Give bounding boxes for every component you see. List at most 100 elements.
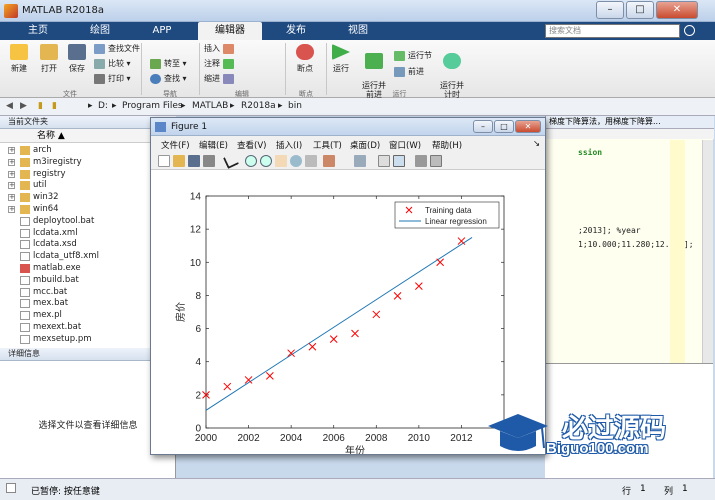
expand-icon[interactable]: + bbox=[8, 158, 15, 166]
path-separator: ▸ bbox=[278, 101, 283, 111]
editor-panel[interactable]: 梯度下降算法，用梯度下降算... ssion ;2013]; %year 1;1… bbox=[545, 116, 714, 363]
rotate-3d-icon[interactable] bbox=[290, 155, 302, 167]
menu-desktop[interactable]: 桌面(D) bbox=[350, 139, 380, 151]
save-button[interactable]: 保存 bbox=[62, 44, 92, 74]
col-value: 1 bbox=[682, 484, 688, 494]
folder-icon bbox=[20, 193, 30, 203]
menu-dock-arrow-icon[interactable]: ↘ bbox=[533, 139, 540, 149]
printer-icon bbox=[94, 73, 105, 84]
x-tick-label: 2012 bbox=[450, 433, 473, 444]
link-plot-icon[interactable] bbox=[354, 155, 366, 167]
back-arrow-icon[interactable]: ◀ bbox=[6, 101, 13, 111]
colorbar-icon[interactable] bbox=[378, 155, 390, 167]
save-figure-icon[interactable] bbox=[188, 155, 200, 167]
editor-gutter bbox=[670, 140, 685, 363]
search-docs-input[interactable]: 搜索文档 bbox=[545, 24, 680, 38]
indent-button[interactable]: 缩进 bbox=[204, 72, 237, 85]
menu-tools[interactable]: 工具(T) bbox=[313, 139, 342, 151]
editor-ribbon: 新建 打开 保存 查找文件 比较 ▾ 打印 ▾ 文件 转至 ▾ 查找 ▾ 导航 … bbox=[0, 40, 715, 99]
address-bar[interactable]: ◀ ▶ ▮ ▮ ▸ D: ▸ Program Files ▸ MATLAB ▸ … bbox=[0, 98, 715, 116]
file-name: mcc.bat bbox=[33, 286, 68, 297]
menu-insert[interactable]: 插入(I) bbox=[276, 139, 302, 151]
zoom-in-icon[interactable] bbox=[245, 155, 257, 167]
compare-button[interactable]: 比较 ▾ bbox=[94, 57, 131, 70]
print-button[interactable]: 打印 ▾ bbox=[94, 72, 131, 85]
file-name: mbuild.bat bbox=[33, 274, 79, 285]
expand-icon[interactable]: + bbox=[8, 182, 15, 190]
menu-file[interactable]: 文件(F) bbox=[161, 139, 190, 151]
tab-view[interactable]: 视图 bbox=[328, 22, 388, 40]
y-tick-label: 4 bbox=[195, 357, 201, 368]
goto-button[interactable]: 转至 ▾ bbox=[150, 57, 187, 70]
find-button[interactable]: 查找 ▾ bbox=[150, 72, 187, 85]
pointer-icon[interactable] bbox=[223, 153, 239, 169]
search-icon[interactable] bbox=[684, 25, 695, 36]
browse-folder-icon[interactable]: ▮ bbox=[52, 101, 57, 111]
comment-button[interactable]: 注释 bbox=[204, 57, 237, 70]
menu-edit[interactable]: 编辑(E) bbox=[199, 139, 228, 151]
x-tick-label: 2006 bbox=[323, 433, 346, 444]
y-tick-label: 10 bbox=[190, 258, 202, 269]
file-name: lcdata.xsd bbox=[33, 239, 77, 250]
run-section-button[interactable]: 运行节 bbox=[394, 49, 432, 62]
y-tick-label: 2 bbox=[195, 390, 201, 401]
show-tools-icon[interactable] bbox=[430, 155, 442, 167]
open-button[interactable]: 打开 bbox=[34, 44, 64, 74]
group-separator bbox=[326, 43, 327, 95]
figure-close-button[interactable]: ✕ bbox=[515, 120, 541, 133]
editor-text-area[interactable]: ssion ;2013]; %year 1;10.000;11.280;12.9… bbox=[574, 140, 694, 363]
new-button[interactable]: 新建 bbox=[4, 44, 34, 74]
tab-apps[interactable]: APP bbox=[132, 22, 192, 40]
figure-toolbar bbox=[151, 152, 545, 170]
hide-tools-icon[interactable] bbox=[415, 155, 427, 167]
file-name: mexext.bat bbox=[33, 322, 82, 332]
close-button[interactable]: ✕ bbox=[656, 1, 698, 19]
tab-publish[interactable]: 发布 bbox=[266, 22, 326, 40]
figure-maximize-button[interactable]: □ bbox=[494, 120, 514, 133]
figure-titlebar[interactable]: Figure 1 – □ ✕ bbox=[151, 118, 545, 136]
forward-arrow-icon[interactable]: ▶ bbox=[20, 101, 27, 111]
menu-view[interactable]: 查看(V) bbox=[237, 139, 266, 151]
editor-scrollbar[interactable] bbox=[702, 140, 713, 363]
file-icon bbox=[20, 311, 30, 321]
maximize-button[interactable]: □ bbox=[626, 1, 654, 19]
pan-hand-icon[interactable] bbox=[275, 155, 287, 167]
path-segment[interactable]: R2018a bbox=[241, 101, 276, 111]
brush-icon[interactable] bbox=[323, 155, 335, 167]
breakpoints-button[interactable]: 断点 bbox=[290, 44, 320, 74]
expand-icon[interactable]: + bbox=[8, 206, 15, 213]
find-files-button[interactable]: 查找文件 bbox=[94, 42, 140, 55]
editor-tab-title[interactable]: 梯度下降算法，用梯度下降算... bbox=[546, 116, 714, 129]
new-figure-icon[interactable] bbox=[158, 155, 170, 167]
run-button[interactable]: 运行 bbox=[328, 44, 354, 74]
folder-icon bbox=[20, 146, 30, 155]
print-figure-icon[interactable] bbox=[203, 155, 215, 167]
insert-button[interactable]: 插入 bbox=[204, 42, 237, 55]
figure-minimize-button[interactable]: – bbox=[473, 120, 493, 133]
editor-line: ssion bbox=[578, 148, 603, 157]
advance-button[interactable]: 前进 bbox=[394, 65, 424, 78]
path-segment[interactable]: bin bbox=[288, 101, 302, 111]
magnifier-icon bbox=[150, 73, 161, 84]
y-tick-label: 14 bbox=[190, 192, 202, 203]
up-folder-icon[interactable]: ▮ bbox=[38, 101, 43, 111]
legend-icon[interactable] bbox=[393, 155, 405, 167]
minimize-button[interactable]: – bbox=[596, 1, 624, 19]
expand-icon[interactable]: + bbox=[8, 194, 15, 202]
tab-home[interactable]: 主页 bbox=[8, 22, 68, 40]
zoom-out-icon[interactable] bbox=[260, 155, 272, 167]
data-cursor-icon[interactable] bbox=[305, 155, 317, 167]
expand-icon[interactable]: + bbox=[8, 147, 15, 154]
menu-help[interactable]: 帮助(H) bbox=[432, 139, 462, 151]
menu-window[interactable]: 窗口(W) bbox=[389, 139, 421, 151]
path-segment[interactable]: MATLAB bbox=[192, 101, 228, 111]
path-segment[interactable]: Program Files bbox=[122, 101, 183, 111]
indent-icon bbox=[222, 73, 234, 84]
open-file-icon[interactable] bbox=[173, 155, 185, 167]
expand-icon[interactable]: + bbox=[8, 170, 15, 178]
tab-plots[interactable]: 绘图 bbox=[70, 22, 130, 40]
path-segment[interactable]: D: bbox=[98, 101, 108, 111]
advance-icon bbox=[394, 66, 405, 77]
run-section-icon bbox=[394, 50, 405, 61]
tab-editor[interactable]: 编辑器 bbox=[198, 22, 262, 40]
